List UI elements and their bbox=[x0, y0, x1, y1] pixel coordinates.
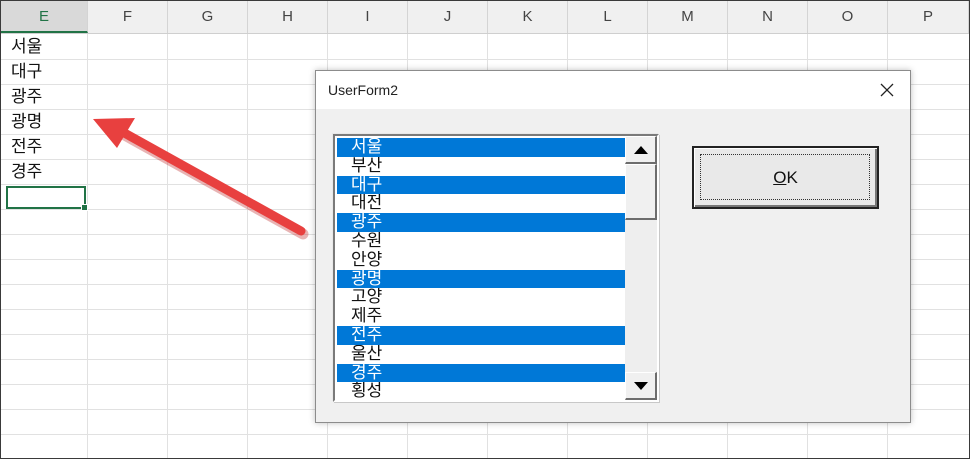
listbox-items: 서울 부산 대구 대전 광주 수원 안양 광명 고양 제주 전주 울산 경주 횡성 bbox=[337, 138, 625, 400]
listbox-item[interactable]: 울산 bbox=[337, 345, 625, 364]
triangle-down-icon bbox=[633, 381, 648, 390]
close-button[interactable] bbox=[864, 71, 910, 109]
listbox-scrollbar[interactable] bbox=[625, 136, 657, 400]
listbox-item[interactable]: 광명 bbox=[337, 269, 625, 289]
listbox-item[interactable]: 안양 bbox=[337, 251, 625, 270]
userform-dialog: UserForm2 서울 부산 대구 대전 광주 수원 안양 광명 고양 제주 전주 울산 경주 횡성 bbox=[315, 70, 911, 423]
ok-label-rest: K bbox=[786, 167, 798, 187]
scroll-up-button[interactable] bbox=[625, 136, 657, 164]
listbox-item[interactable]: 고양 bbox=[337, 288, 625, 307]
listbox-item[interactable]: 부산 bbox=[337, 157, 625, 176]
ok-mnemonic: O bbox=[773, 167, 787, 187]
listbox-item[interactable]: 서울 bbox=[337, 138, 625, 157]
ok-button-label: OK bbox=[694, 148, 877, 207]
listbox-item[interactable]: 경주 bbox=[337, 363, 625, 383]
dialog-titlebar[interactable]: UserForm2 bbox=[316, 71, 910, 109]
listbox-item[interactable]: 광주 bbox=[337, 213, 625, 232]
ok-button[interactable]: OK bbox=[692, 146, 879, 209]
scroll-down-button[interactable] bbox=[625, 372, 657, 400]
listbox-item[interactable]: 횡성 bbox=[337, 382, 625, 400]
listbox-item[interactable]: 대전 bbox=[337, 194, 625, 213]
listbox-item[interactable]: 전주 bbox=[337, 325, 625, 345]
excel-window: E F G H I J K L M N O P 서울 대구 광주 광명 전주 경… bbox=[0, 0, 970, 459]
listbox-item[interactable]: 대구 bbox=[337, 175, 625, 195]
listbox-item[interactable]: 제주 bbox=[337, 307, 625, 326]
dialog-title: UserForm2 bbox=[328, 82, 399, 98]
city-listbox[interactable]: 서울 부산 대구 대전 광주 수원 안양 광명 고양 제주 전주 울산 경주 횡성 bbox=[333, 134, 659, 402]
listbox-item[interactable]: 수원 bbox=[337, 232, 625, 251]
scroll-thumb[interactable] bbox=[625, 164, 657, 220]
triangle-up-icon bbox=[633, 145, 648, 154]
close-icon bbox=[880, 83, 894, 97]
